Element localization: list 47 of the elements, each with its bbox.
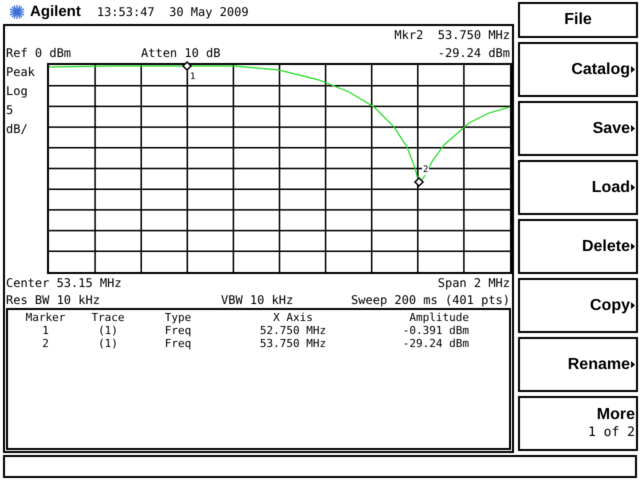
column-header: Trace	[90, 311, 126, 324]
column-header: Marker	[24, 311, 66, 324]
submenu-arrow-icon	[631, 125, 635, 132]
table-cell-text: (1)	[97, 324, 119, 337]
table-cell-text: Freq	[164, 337, 192, 350]
marker-amplitude: -29.24 dBm	[438, 46, 511, 60]
softkey-button[interactable]: Delete	[518, 219, 638, 274]
brand-name: Agilent	[30, 2, 81, 22]
softkey-button[interactable]: More 1 of 2	[518, 396, 638, 451]
scale-label: 5	[6, 102, 14, 119]
table-cell-text: 53.750 MHz	[258, 337, 328, 350]
scale-label: dB/	[6, 121, 29, 138]
date-time: 13:53:47 30 May 2009	[96, 4, 249, 21]
table-cell-text: -0.391 dBm	[402, 324, 470, 337]
resolution-bandwidth: Res BW 10 kHz	[6, 292, 101, 308]
softkey-button[interactable]: Save	[518, 101, 638, 156]
softkey-button[interactable]: Copy	[518, 278, 638, 333]
logo-icon	[8, 4, 26, 20]
softkey-button[interactable]: Rename	[518, 337, 638, 392]
marker-label: 1	[189, 72, 196, 82]
table-cell-text: 1	[41, 324, 50, 337]
center-frequency: Center 53.15 MHz	[6, 274, 122, 292]
sweep-time: Sweep 200 ms (401 pts)	[351, 292, 511, 308]
column-header: Amplitude	[408, 311, 470, 324]
table-cell-text: Freq	[164, 324, 192, 337]
scale-label: Peak	[6, 64, 36, 81]
softkey-button[interactable]: Load	[518, 160, 638, 215]
video-bandwidth: VBW 10 kHz	[221, 292, 294, 308]
menu-title[interactable]: File	[518, 2, 638, 38]
table-cell-text: 52.750 MHz	[258, 324, 328, 337]
frequency-span: Span 2 MHz	[438, 274, 511, 292]
scale-label: Log	[6, 83, 29, 100]
submenu-arrow-icon	[631, 66, 635, 73]
column-header: X Axis	[272, 311, 314, 324]
marker-readout: Mkr2 53.750 MHz	[394, 26, 510, 44]
submenu-arrow-icon	[631, 302, 635, 309]
reference-level: Ref 0 dBm	[6, 46, 72, 60]
column-header: Type	[164, 311, 192, 324]
submenu-arrow-icon	[631, 361, 635, 368]
table-cell-text: 2	[41, 337, 50, 350]
table-cell-text: -29.24 dBm	[402, 337, 470, 350]
submenu-arrow-icon	[631, 184, 635, 191]
softkey-button[interactable]: Catalog	[518, 42, 638, 97]
table-cell-text: (1)	[97, 337, 119, 350]
attenuation: Atten 10 dB	[141, 46, 221, 60]
marker-label: 2	[422, 165, 430, 175]
submenu-arrow-icon	[631, 243, 635, 250]
